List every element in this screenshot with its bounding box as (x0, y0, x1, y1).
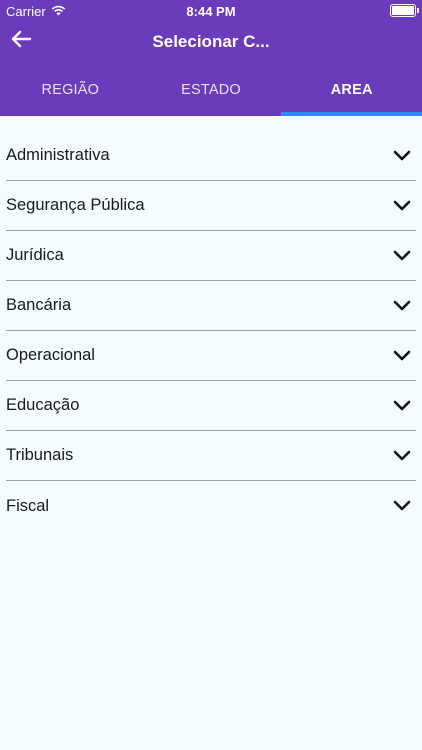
tab-label: AREA (330, 82, 373, 98)
list-item-administrativa[interactable]: Administrativa (6, 131, 416, 181)
tab-label: ESTADO (181, 82, 241, 98)
list-item-label: Administrativa (6, 146, 110, 164)
list-item-label: Operacional (6, 346, 95, 364)
tab-bar: REGIÃO ESTADO AREA (0, 64, 422, 116)
page-title: Selecionar C... (152, 32, 270, 51)
list-item-operacional[interactable]: Operacional (6, 331, 416, 381)
list-item-educacao[interactable]: Educação (6, 381, 416, 431)
chevron-down-icon[interactable] (392, 446, 412, 466)
list-item-label: Segurança Pública (6, 196, 145, 214)
area-list: Administrativa Segurança Pública Jurídic… (0, 116, 422, 531)
list-item-tribunais[interactable]: Tribunais (6, 431, 416, 481)
tab-label: REGIÃO (41, 82, 100, 98)
chevron-down-icon[interactable] (392, 146, 412, 166)
status-time: 8:44 PM (186, 4, 236, 19)
list-item-label: Tribunais (6, 446, 74, 464)
list-item-label: Educação (6, 396, 80, 414)
chevron-down-icon[interactable] (392, 196, 412, 216)
list-item-label: Fiscal (6, 496, 50, 515)
list-item-label: Jurídica (6, 246, 64, 264)
chevron-down-icon[interactable] (392, 496, 412, 516)
list-item-seguranca-publica[interactable]: Segurança Pública (6, 181, 416, 231)
status-bar: Carrier 8:44 PM (0, 0, 422, 22)
app-header: Carrier 8:44 PM Selecionar C... REGIÃO E… (0, 0, 422, 116)
chevron-down-icon[interactable] (392, 246, 412, 266)
list-item-label: Bancária (6, 296, 72, 314)
nav-bar: Selecionar C... (0, 22, 422, 64)
chevron-down-icon[interactable] (392, 346, 412, 366)
tab-area[interactable]: AREA (281, 64, 422, 116)
tab-regiao[interactable]: REGIÃO (0, 64, 141, 116)
battery-fill (392, 6, 414, 15)
battery-icon (390, 4, 419, 17)
list-item-bancaria[interactable]: Bancária (6, 281, 416, 331)
chevron-down-icon[interactable] (392, 396, 412, 416)
list-item-juridica[interactable]: Jurídica (6, 231, 416, 281)
chevron-down-icon[interactable] (392, 296, 412, 316)
tab-estado[interactable]: ESTADO (141, 64, 282, 116)
list-item-fiscal[interactable]: Fiscal (6, 481, 416, 531)
